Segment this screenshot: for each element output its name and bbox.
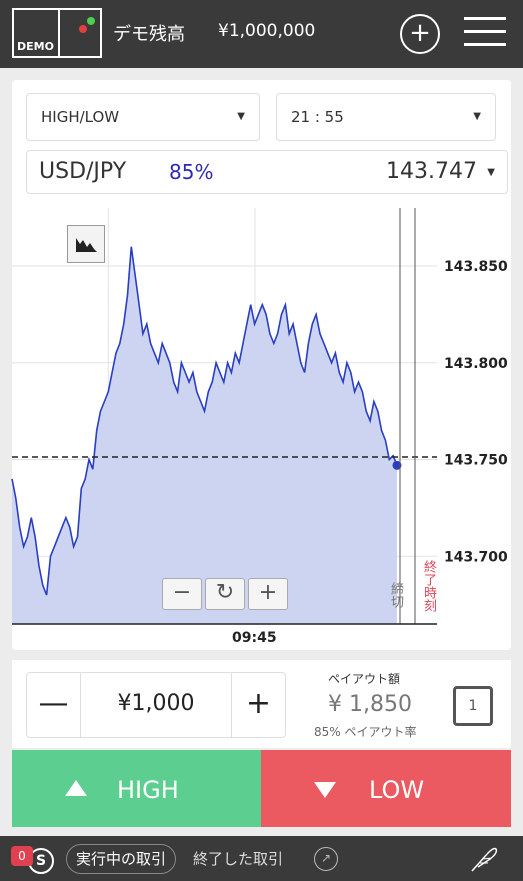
increase-amount-button[interactable]: + [231,673,285,737]
deadline-label: 締切 [388,582,403,608]
high-button[interactable]: HIGH [12,750,261,827]
amount-input-group: — ¥1,000 + [26,672,286,738]
y-tick-label: 143.700 [444,549,508,565]
x-axis-time-label: 09:45 [232,630,277,646]
amount-value[interactable]: ¥1,000 [81,691,231,716]
zoom-out-button[interactable]: − [162,578,202,610]
payout-rate: 85% ペイアウト率 [314,725,417,739]
decrease-amount-button[interactable]: — [27,673,81,737]
arrow-down-icon [314,782,336,798]
low-button[interactable]: LOW [261,750,511,827]
low-label: LOW [369,776,425,804]
feather-icon[interactable] [468,845,498,873]
y-tick-label: 143.750 [444,453,508,469]
zoom-in-button[interactable]: + [248,578,288,610]
high-label: HIGH [117,776,179,804]
payout-label: ペイアウト額 [328,672,401,686]
price-chart: 143.850 143.800 143.750 143.700 [11,208,508,625]
y-axis-labels: 143.850 143.800 143.750 143.700 [444,259,508,565]
area-chart-icon [76,238,97,252]
payout-value: ¥ 1,850 [328,692,412,717]
trade-row: — ¥1,000 + ペイアウト額 ¥ 1,850 85% ペイアウト率 1 [12,660,511,748]
tab-active-trades[interactable]: 実行中の取引 [66,844,177,874]
refresh-button[interactable]: ↻ [205,578,245,610]
footer-bar: S 0 実行中の取引 終了した取引 ↗ [0,836,523,881]
y-tick-label: 143.850 [444,259,508,275]
active-trade-count-badge: 0 [11,846,33,866]
ticket-count-icon[interactable]: 1 [453,686,493,726]
external-link-icon[interactable]: ↗ [314,847,338,871]
end-time-label: 終了時刻 [421,560,436,612]
chart-type-toggle[interactable] [67,225,105,263]
price-area [12,246,397,624]
arrow-up-icon [65,780,87,796]
tab-closed-trades[interactable]: 終了した取引 [193,844,283,874]
y-tick-label: 143.800 [444,356,508,372]
